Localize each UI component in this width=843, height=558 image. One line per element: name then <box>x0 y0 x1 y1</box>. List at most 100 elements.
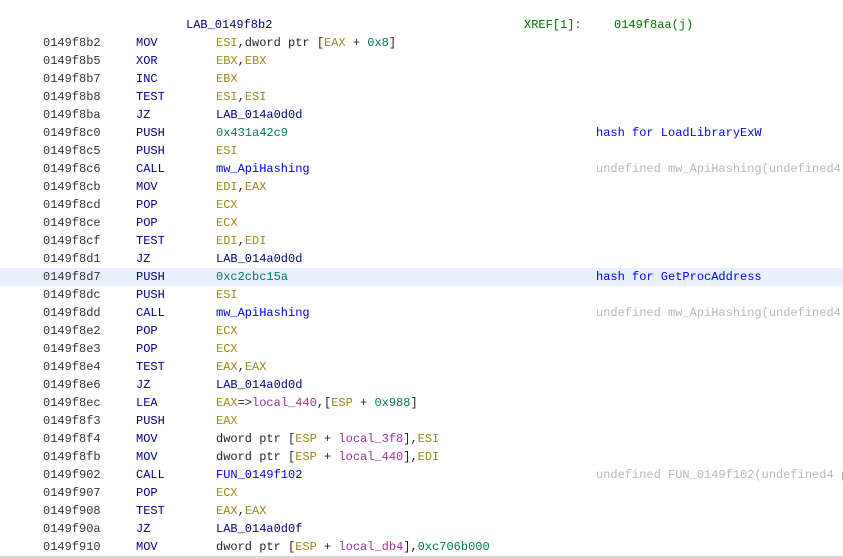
operand-lab[interactable]: LAB_014a0d0d <box>216 108 302 122</box>
instruction-operands[interactable]: ECX <box>216 322 238 340</box>
instruction-mnemonic[interactable]: CALL <box>136 304 165 322</box>
instruction-address[interactable]: 0149f8f4 <box>43 430 101 448</box>
instruction-mnemonic[interactable]: PUSH <box>136 412 165 430</box>
instruction-mnemonic[interactable]: CALL <box>136 466 165 484</box>
instruction-operands[interactable]: ESI,dword ptr [EAX + 0x8] <box>216 34 396 52</box>
instruction-row[interactable]: 0149f8b2 MOV ESI,dword ptr [EAX + 0x8] <box>0 34 843 52</box>
instruction-mnemonic[interactable]: PUSH <box>136 268 165 286</box>
code-label[interactable]: LAB_0149f8b2 <box>186 16 272 34</box>
instruction-mnemonic[interactable]: CALL <box>136 160 165 178</box>
instruction-address[interactable]: 0149f8b5 <box>43 52 101 70</box>
operand-fun[interactable]: mw_ApiHashing <box>216 162 310 176</box>
instruction-mnemonic[interactable]: JZ <box>136 376 150 394</box>
instruction-operands[interactable]: dword ptr [ESP + local_440],EDI <box>216 448 439 466</box>
instruction-address[interactable]: 0149f910 <box>43 538 101 556</box>
instruction-operands[interactable]: LAB_014a0d0d <box>216 250 302 268</box>
instruction-operands[interactable]: 0x431a42c9 <box>216 124 288 142</box>
instruction-operands[interactable]: LAB_014a0d0d <box>216 376 302 394</box>
instruction-row[interactable]: 0149f8c6 CALL mw_ApiHashing undefined mw_Ap… <box>0 160 843 178</box>
instruction-address[interactable]: 0149f8cf <box>43 232 101 250</box>
instruction-row[interactable]: 0149f8b8 TEST ESI,ESI <box>0 88 843 106</box>
instruction-mnemonic[interactable]: MOV <box>136 34 158 52</box>
instruction-mnemonic[interactable]: PUSH <box>136 142 165 160</box>
instruction-mnemonic[interactable]: POP <box>136 340 158 358</box>
instruction-operands[interactable]: FUN_0149f102 <box>216 466 302 484</box>
instruction-row[interactable]: 0149f8cf TEST EDI,EDI <box>0 232 843 250</box>
instruction-address[interactable]: 0149f8c5 <box>43 142 101 160</box>
instruction-operands[interactable]: EDI,EAX <box>216 178 266 196</box>
instruction-mnemonic[interactable]: POP <box>136 214 158 232</box>
instruction-mnemonic[interactable]: TEST <box>136 88 165 106</box>
disassembly-listing[interactable]: LAB_0149f8b2 XREF[1]: 0149f8aa(j) 0149f8… <box>0 0 843 558</box>
instruction-address[interactable]: 0149f8cb <box>43 178 101 196</box>
instruction-mnemonic[interactable]: MOV <box>136 178 158 196</box>
instruction-address[interactable]: 0149f8fb <box>43 448 101 466</box>
instruction-operands[interactable]: ECX <box>216 196 238 214</box>
instruction-mnemonic[interactable]: INC <box>136 70 158 88</box>
instruction-row[interactable]: 0149f8e6 JZ LAB_014a0d0d <box>0 376 843 394</box>
instruction-row[interactable]: 0149f8ce POP ECX <box>0 214 843 232</box>
instruction-address[interactable]: 0149f908 <box>43 502 101 520</box>
instruction-row[interactable]: 0149f8f4 MOV dword ptr [ESP + local_3f8],E… <box>0 430 843 448</box>
instruction-mnemonic[interactable]: POP <box>136 196 158 214</box>
instruction-operands[interactable]: EBX,EBX <box>216 52 266 70</box>
instruction-address[interactable]: 0149f8b7 <box>43 70 101 88</box>
instruction-mnemonic[interactable]: JZ <box>136 520 150 538</box>
instruction-row[interactable]: 0149f902 CALL FUN_0149f102 undefined FUN_01… <box>0 466 843 484</box>
instruction-mnemonic[interactable]: POP <box>136 322 158 340</box>
instruction-mnemonic[interactable]: MOV <box>136 448 158 466</box>
instruction-address[interactable]: 0149f8dd <box>43 304 101 322</box>
operand-lab[interactable]: LAB_014a0d0d <box>216 252 302 266</box>
instruction-operands[interactable]: ECX <box>216 340 238 358</box>
instruction-row[interactable]: 0149f8ec LEA EAX=>local_440,[ESP + 0x988] <box>0 394 843 412</box>
instruction-row[interactable]: 0149f8dd CALL mw_ApiHashing undefined mw_Ap… <box>0 304 843 322</box>
instruction-mnemonic[interactable]: POP <box>136 484 158 502</box>
instruction-mnemonic[interactable]: JZ <box>136 250 150 268</box>
instruction-operands[interactable]: ESI <box>216 142 238 160</box>
operand-loc[interactable]: local_440 <box>338 450 403 464</box>
instruction-address[interactable]: 0149f8e3 <box>43 340 101 358</box>
instruction-row[interactable]: 0149f8c0 PUSH 0x431a42c9 hash for LoadLibra… <box>0 124 843 142</box>
operand-lab[interactable]: LAB_014a0d0d <box>216 378 302 392</box>
instruction-address[interactable]: 0149f8e2 <box>43 322 101 340</box>
instruction-operands[interactable]: dword ptr [ESP + local_3f8],ESI <box>216 430 439 448</box>
instruction-operands[interactable]: EAX,EAX <box>216 502 266 520</box>
instruction-operands[interactable]: mw_ApiHashing <box>216 160 310 178</box>
instruction-mnemonic[interactable]: JZ <box>136 106 150 124</box>
instruction-row[interactable]: 0149f8ba JZ LAB_014a0d0d <box>0 106 843 124</box>
instruction-operands[interactable]: EDI,EDI <box>216 232 266 250</box>
instruction-operands[interactable]: EAX <box>216 412 238 430</box>
instruction-row[interactable]: 0149f8e2 POP ECX <box>0 322 843 340</box>
instruction-operands[interactable]: LAB_014a0d0d <box>216 106 302 124</box>
xref-link[interactable]: 0149f8aa(j) <box>614 16 693 34</box>
instruction-address[interactable]: 0149f8c0 <box>43 124 101 142</box>
instruction-row[interactable]: 0149f8f3 PUSH EAX <box>0 412 843 430</box>
instruction-address[interactable]: 0149f8cd <box>43 196 101 214</box>
instruction-address[interactable]: 0149f8e4 <box>43 358 101 376</box>
instruction-row[interactable]: 0149f8e3 POP ECX <box>0 340 843 358</box>
instruction-address[interactable]: 0149f8ec <box>43 394 101 412</box>
instruction-mnemonic[interactable]: TEST <box>136 232 165 250</box>
instruction-address[interactable]: 0149f907 <box>43 484 101 502</box>
instruction-address[interactable]: 0149f8ce <box>43 214 101 232</box>
instruction-mnemonic[interactable]: TEST <box>136 502 165 520</box>
instruction-address[interactable]: 0149f8e6 <box>43 376 101 394</box>
instruction-operands[interactable]: ECX <box>216 484 238 502</box>
instruction-operands[interactable]: EAX=>local_440,[ESP + 0x988] <box>216 394 418 412</box>
instruction-mnemonic[interactable]: MOV <box>136 538 158 556</box>
instruction-address[interactable]: 0149f8ba <box>43 106 101 124</box>
instruction-row[interactable]: 0149f8d1 JZ LAB_014a0d0d <box>0 250 843 268</box>
instruction-operands[interactable]: LAB_014a0d0f <box>216 520 302 538</box>
instruction-mnemonic[interactable]: LEA <box>136 394 158 412</box>
operand-fun[interactable]: FUN_0149f102 <box>216 468 302 482</box>
instruction-mnemonic[interactable]: PUSH <box>136 286 165 304</box>
instruction-operands[interactable]: dword ptr [ESP + local_db4],0xc706b000 <box>216 538 490 556</box>
operand-loc[interactable]: local_db4 <box>338 540 403 554</box>
instruction-address[interactable]: 0149f90a <box>43 520 101 538</box>
instruction-row[interactable]: 0149f908 TEST EAX,EAX <box>0 502 843 520</box>
instruction-row[interactable]: 0149f907 POP ECX <box>0 484 843 502</box>
instruction-address[interactable]: 0149f8b2 <box>43 34 101 52</box>
instruction-address[interactable]: 0149f8c6 <box>43 160 101 178</box>
operand-fun[interactable]: mw_ApiHashing <box>216 306 310 320</box>
instruction-operands[interactable]: ECX <box>216 214 238 232</box>
